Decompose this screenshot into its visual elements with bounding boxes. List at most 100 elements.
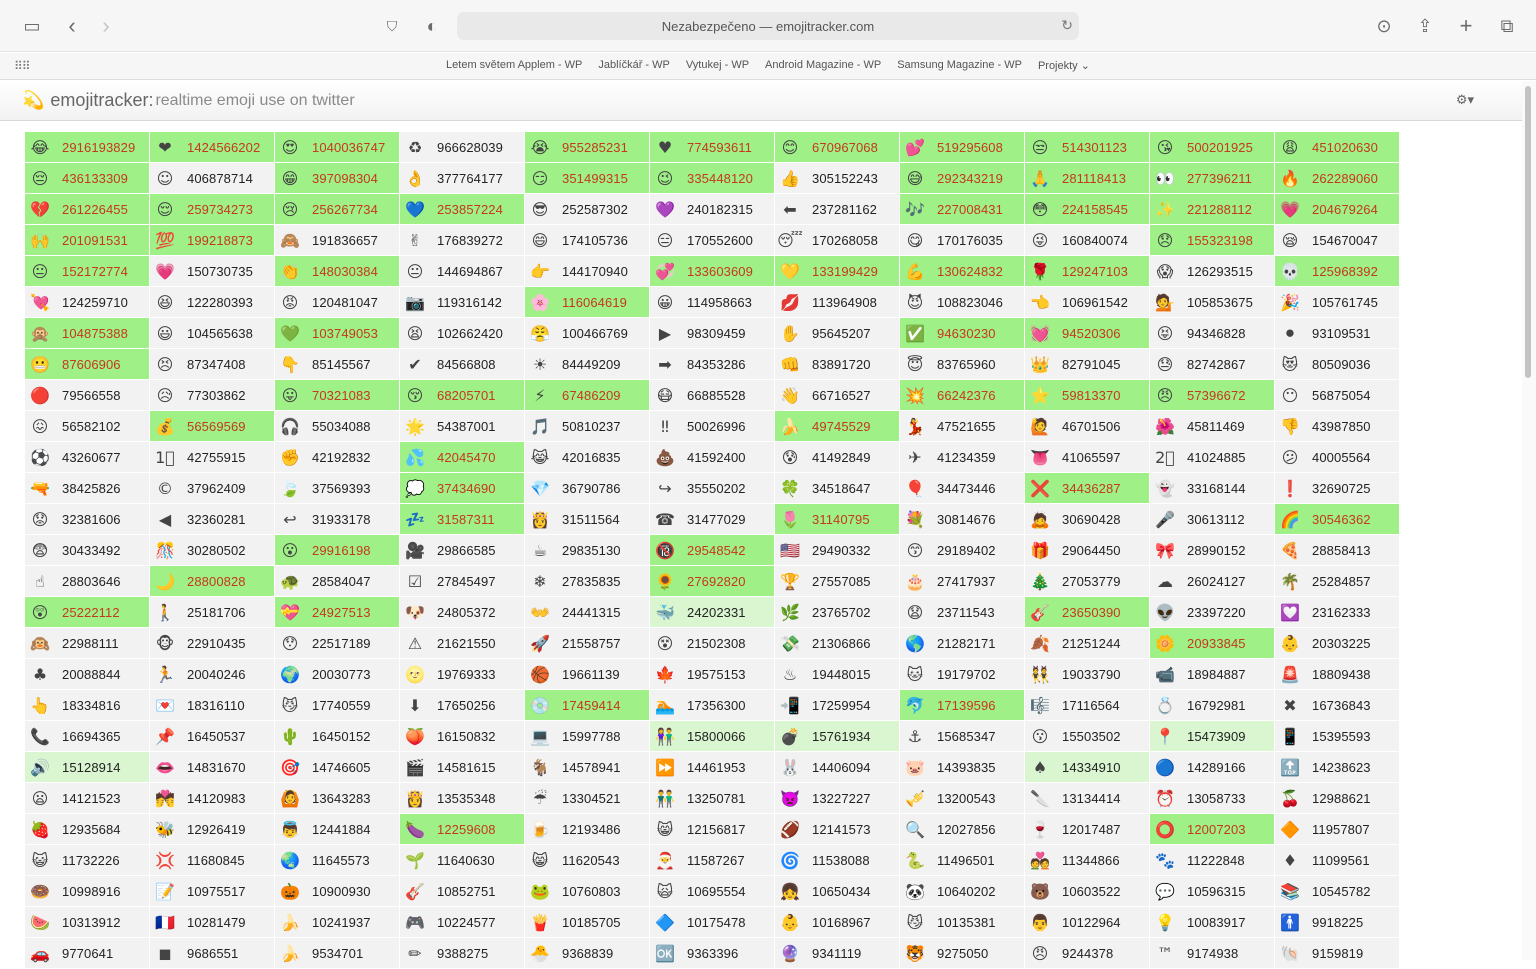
emoji-cell[interactable]: 💔 261226455 <box>25 194 150 225</box>
emoji-cell[interactable]: 💀 125968392 <box>1275 256 1400 287</box>
emoji-cell[interactable]: ✌ 176839272 <box>400 225 525 256</box>
emoji-cell[interactable]: 🙉 22988111 <box>25 628 150 659</box>
emoji-cell[interactable]: 🔞 29548542 <box>650 535 775 566</box>
back-icon[interactable]: ‹ <box>58 12 86 40</box>
emoji-cell[interactable]: 💁 105853675 <box>1150 287 1275 318</box>
emoji-cell[interactable]: 👄 14831670 <box>150 752 275 783</box>
emoji-cell[interactable]: 👌 377764177 <box>400 163 525 194</box>
emoji-cell[interactable]: ↪ 35550202 <box>650 473 775 504</box>
emoji-cell[interactable]: 💻 15997788 <box>525 721 650 752</box>
emoji-cell[interactable]: 🚨 18809438 <box>1275 659 1400 690</box>
emoji-cell[interactable]: 🔮 9341119 <box>775 938 900 969</box>
emoji-cell[interactable]: 👻 33168144 <box>1150 473 1275 504</box>
emoji-cell[interactable]: ☀ 84449209 <box>525 349 650 380</box>
emoji-cell[interactable]: 🚀 21558757 <box>525 628 650 659</box>
emoji-cell[interactable]: 🏀 19661139 <box>525 659 650 690</box>
emoji-cell[interactable]: 👅 41065597 <box>1025 442 1150 473</box>
emoji-cell[interactable]: 👸 13535348 <box>400 783 525 814</box>
emoji-cell[interactable]: ▶ 98309459 <box>650 318 775 349</box>
emoji-cell[interactable]: 🔷 10175478 <box>650 907 775 938</box>
emoji-cell[interactable]: 💟 23162333 <box>1275 597 1400 628</box>
emoji-cell[interactable]: 😘 500201925 <box>1150 132 1275 163</box>
emoji-cell[interactable]: 🐳 24202331 <box>650 597 775 628</box>
emoji-cell[interactable]: 🍕 28858413 <box>1275 535 1400 566</box>
emoji-cell[interactable]: 🌏 11645573 <box>275 845 400 876</box>
emoji-cell[interactable]: 🙇 30690428 <box>1025 504 1150 535</box>
emoji-cell[interactable]: 🙏 281118413 <box>1025 163 1150 194</box>
emoji-cell[interactable]: 😎 252587302 <box>525 194 650 225</box>
emoji-cell[interactable]: 😄 174105736 <box>525 225 650 256</box>
emoji-cell[interactable]: 📌 16450537 <box>150 721 275 752</box>
emoji-cell[interactable]: 👧 10650434 <box>775 876 900 907</box>
emoji-cell[interactable]: 💪 130624832 <box>900 256 1025 287</box>
emoji-cell[interactable]: 👎 43987850 <box>1275 411 1400 442</box>
emoji-cell[interactable]: 🏃 20040246 <box>150 659 275 690</box>
emoji-cell[interactable]: 💸 21306866 <box>775 628 900 659</box>
emoji-cell[interactable]: ♣ 20088844 <box>25 659 150 690</box>
emoji-cell[interactable]: ❗ 32690725 <box>1275 473 1400 504</box>
settings-gear-icon[interactable]: ⚙▾ <box>1456 92 1474 108</box>
emoji-cell[interactable]: 👊 83891720 <box>775 349 900 380</box>
emoji-cell[interactable]: 🎬 14581615 <box>400 752 525 783</box>
emoji-cell[interactable]: ☺ 406878714 <box>150 163 275 194</box>
emoji-cell[interactable]: 💡 10083917 <box>1150 907 1275 938</box>
emoji-cell[interactable]: 🐍 11496501 <box>900 845 1025 876</box>
emoji-cell[interactable]: 😌 259734273 <box>150 194 275 225</box>
emoji-cell[interactable]: 🎉 105761745 <box>1275 287 1400 318</box>
emoji-cell[interactable]: ❄ 27835835 <box>525 566 650 597</box>
emoji-cell[interactable]: 😯 22517189 <box>275 628 400 659</box>
emoji-cell[interactable]: 😓 82742867 <box>1150 349 1275 380</box>
sidebar-toggle-icon[interactable]: ▭ <box>18 12 46 40</box>
bookmark-item[interactable]: Samsung Magazine - WP <box>897 59 1022 72</box>
emoji-cell[interactable]: 😠 9244378 <box>1025 938 1150 969</box>
emoji-cell[interactable]: 💋 113964908 <box>775 287 900 318</box>
emoji-cell[interactable]: 😲 25222112 <box>25 597 150 628</box>
emoji-cell[interactable]: 🏆 27557085 <box>775 566 900 597</box>
emoji-cell[interactable]: 👸 31511564 <box>525 504 650 535</box>
emoji-cell[interactable]: 📹 18984887 <box>1150 659 1275 690</box>
emoji-cell[interactable]: 💝 24927513 <box>275 597 400 628</box>
emoji-cell[interactable]: 👏 148030384 <box>275 256 400 287</box>
emoji-cell[interactable]: 🏊 17356300 <box>650 690 775 721</box>
emoji-cell[interactable]: 😸 12156817 <box>650 814 775 845</box>
emoji-cell[interactable]: ❌ 34436287 <box>1025 473 1150 504</box>
emoji-cell[interactable]: 💭 37434690 <box>400 473 525 504</box>
emoji-cell[interactable]: 😜 160840074 <box>1025 225 1150 256</box>
emoji-cell[interactable]: ◼ 9686551 <box>150 938 275 969</box>
emoji-cell[interactable]: 😊 670967068 <box>775 132 900 163</box>
emoji-cell[interactable]: ☁ 26024127 <box>1150 566 1275 597</box>
emoji-cell[interactable]: 🎊 30280502 <box>150 535 275 566</box>
emoji-cell[interactable]: 🎺 13200543 <box>900 783 1025 814</box>
emoji-cell[interactable]: 🌟 54387001 <box>400 411 525 442</box>
emoji-cell[interactable]: 🔴 79566558 <box>25 380 150 411</box>
emoji-cell[interactable]: 🎁 29064450 <box>1025 535 1150 566</box>
emoji-cell[interactable]: 🐣 9368839 <box>525 938 650 969</box>
emoji-cell[interactable]: 💦 42045470 <box>400 442 525 473</box>
emoji-cell[interactable]: ✔ 84566808 <box>400 349 525 380</box>
emoji-cell[interactable]: ♠ 14334910 <box>1025 752 1150 783</box>
share-icon[interactable]: ⇪ <box>1411 12 1439 40</box>
emoji-cell[interactable]: 💏 14120983 <box>150 783 275 814</box>
emoji-cell[interactable]: ↩ 31933178 <box>275 504 400 535</box>
emoji-cell[interactable]: 🍃 37569393 <box>275 473 400 504</box>
emoji-cell[interactable]: 😴 170268058 <box>775 225 900 256</box>
emoji-cell[interactable]: 😐 144694867 <box>400 256 525 287</box>
emoji-cell[interactable]: 🎮 10224577 <box>400 907 525 938</box>
emoji-cell[interactable]: ➡ 84353286 <box>650 349 775 380</box>
brand[interactable]: 💫 emojitracker: realtime emoji use on tw… <box>22 90 355 111</box>
emoji-cell[interactable]: 😵 21502308 <box>650 628 775 659</box>
emoji-cell[interactable]: 👆 18334816 <box>25 690 150 721</box>
emoji-cell[interactable]: 😡 120481047 <box>275 287 400 318</box>
emoji-cell[interactable]: 😼 10135381 <box>900 907 1025 938</box>
emoji-cell[interactable]: 🌻 27692820 <box>650 566 775 597</box>
emoji-cell[interactable]: 😙 29189402 <box>900 535 1025 566</box>
emoji-cell[interactable]: 👀 277396211 <box>1150 163 1275 194</box>
emoji-cell[interactable]: 🔫 38425826 <box>25 473 150 504</box>
emoji-cell[interactable]: 👇 85145567 <box>275 349 400 380</box>
emoji-cell[interactable]: ⚡ 67486209 <box>525 380 650 411</box>
emoji-cell[interactable]: 💤 31587311 <box>400 504 525 535</box>
emoji-cell[interactable]: 💃 47521655 <box>900 411 1025 442</box>
emoji-cell[interactable]: ☎ 31477029 <box>650 504 775 535</box>
emoji-cell[interactable]: 📍 15473909 <box>1150 721 1275 752</box>
emoji-cell[interactable]: 💢 11680845 <box>150 845 275 876</box>
